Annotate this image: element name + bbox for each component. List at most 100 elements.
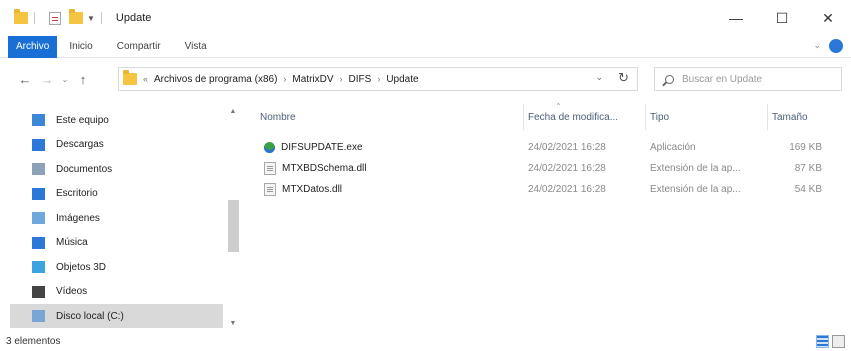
file-date: 24/02/2021 16:28 xyxy=(528,183,606,195)
refresh-button[interactable]: ↻ xyxy=(618,70,629,86)
separator xyxy=(100,12,102,24)
back-button[interactable]: ← xyxy=(14,72,36,87)
tab-archivo[interactable]: Archivo xyxy=(8,35,58,58)
file-type: Extensión de la ap... xyxy=(650,162,741,174)
sidebar-item-label: Escritorio xyxy=(56,188,98,199)
column-header-name[interactable]: Nombre xyxy=(250,104,524,130)
quick-access-toolbar: ▼ xyxy=(14,0,108,36)
file-list: ⌃ Nombre Fecha de modifica... Tipo Tamañ… xyxy=(250,102,850,332)
file-name: DIFSUPDATE.exe xyxy=(281,141,363,153)
tab-compartir[interactable]: Compartir xyxy=(105,36,173,58)
customize-quick-access-icon[interactable]: ▼ xyxy=(87,14,95,23)
sidebar-item-documentos[interactable]: Documentos xyxy=(10,157,223,181)
ribbon-tabs: Archivo Inicio Compartir Vista ⌄ xyxy=(0,35,851,58)
table-row[interactable]: DIFSUPDATE.exe 24/02/2021 16:28 Aplicación… xyxy=(250,136,850,158)
sidebar-item-música[interactable]: Música xyxy=(10,231,223,255)
address-row: ← → ⌄ ↑ « Archivos de programa (x86) › M… xyxy=(0,62,851,96)
sidebar-item-label: Objetos 3D xyxy=(56,261,107,273)
close-button[interactable]: ✕ xyxy=(805,0,851,36)
sidebar-item-label: Música xyxy=(56,237,88,248)
file-name-cell[interactable]: DIFSUPDATE.exe xyxy=(264,136,522,158)
separator xyxy=(34,12,35,24)
column-header-date[interactable]: Fecha de modifica... xyxy=(524,104,646,130)
folder-icon xyxy=(123,70,137,85)
file-date: 24/02/2021 16:28 xyxy=(528,141,606,153)
sidebar-item-descargas[interactable]: Descargas xyxy=(10,133,223,157)
file-name: MTXDatos.dll xyxy=(282,183,343,195)
computer-icon xyxy=(32,114,45,126)
breadcrumb-separator-icon[interactable]: › xyxy=(283,74,286,84)
dll-file-icon xyxy=(264,182,276,196)
item-count: 3 elementos xyxy=(6,336,61,347)
column-header-size[interactable]: Tamaño xyxy=(768,104,850,130)
status-bar: 3 elementos xyxy=(0,332,851,351)
breadcrumb-matrixdv[interactable]: MatrixDV xyxy=(292,74,333,85)
up-button[interactable]: ↑ xyxy=(72,72,94,87)
sidebar-item-vídeos[interactable]: Vídeos xyxy=(10,280,223,304)
sidebar-item-escritorio[interactable]: Escritorio xyxy=(10,182,223,206)
breadcrumb-separator-icon[interactable]: › xyxy=(340,74,343,84)
minimize-button[interactable]: — xyxy=(713,0,759,36)
search-input[interactable]: Buscar en Update xyxy=(682,74,762,85)
sidebar-item-label: Documentos xyxy=(56,163,113,175)
large-icons-view-icon[interactable] xyxy=(832,335,845,348)
sidebar-item-objetos-3d[interactable]: Objetos 3D xyxy=(10,255,223,279)
sidebar-item-label: Disco local (C:) xyxy=(56,310,124,322)
table-row[interactable]: MTXBDSchema.dll 24/02/2021 16:28 Extensión… xyxy=(250,157,850,179)
sidebar-item-label: Vídeos xyxy=(56,286,88,297)
tab-inicio[interactable]: Inicio xyxy=(57,36,104,58)
breadcrumb-archivos-de-programa[interactable]: Archivos de programa (x86) xyxy=(154,74,277,85)
recent-locations-icon[interactable]: ⌄ xyxy=(58,75,72,84)
address-dropdown-icon[interactable]: ⌄ xyxy=(595,72,603,83)
title-bar: ▼ Update — ☐ ✕ xyxy=(0,0,851,36)
properties-icon[interactable] xyxy=(49,11,61,25)
forward-button[interactable]: → xyxy=(36,72,58,87)
objects-3d-icon xyxy=(32,261,45,273)
scroll-thumb[interactable] xyxy=(228,200,239,252)
help-icon[interactable] xyxy=(829,39,843,53)
documents-icon xyxy=(32,163,45,175)
file-type: Extensión de la ap... xyxy=(650,183,741,195)
maximize-button[interactable]: ☐ xyxy=(759,0,805,36)
expand-ribbon-icon[interactable]: ⌄ xyxy=(813,40,821,51)
folder-icon xyxy=(14,9,28,24)
sidebar-item-label: Imágenes xyxy=(56,212,100,224)
sidebar-item-disco-local-c[interactable]: Disco local (C:) xyxy=(10,304,223,328)
file-name-cell[interactable]: MTXBDSchema.dll xyxy=(264,157,522,179)
sidebar-item-label: Este equipo xyxy=(56,114,109,126)
tab-vista[interactable]: Vista xyxy=(173,36,219,58)
application-icon xyxy=(264,141,275,153)
pictures-icon xyxy=(32,212,45,224)
search-icon xyxy=(665,74,674,84)
overflow-icon[interactable]: « xyxy=(143,74,148,84)
dll-file-icon xyxy=(264,161,276,175)
breadcrumb-difs[interactable]: DIFS xyxy=(349,74,372,85)
search-box[interactable]: Buscar en Update xyxy=(654,67,842,91)
table-row[interactable]: MTXDatos.dll 24/02/2021 16:28 Extensión de… xyxy=(250,178,850,200)
file-type: Aplicación xyxy=(650,141,696,153)
navigation-pane: Este equipo Descargas Documentos Escritorio… xyxy=(0,108,243,332)
address-bar[interactable]: « Archivos de programa (x86) › MatrixDV … xyxy=(118,67,638,91)
file-size: 87 KB xyxy=(794,162,822,174)
breadcrumb-separator-icon[interactable]: › xyxy=(377,74,380,84)
column-header-type[interactable]: Tipo xyxy=(646,104,768,130)
file-name: MTXBDSchema.dll xyxy=(282,162,367,174)
new-folder-icon[interactable] xyxy=(69,9,83,24)
download-icon xyxy=(32,138,45,151)
sidebar-item-este-equipo[interactable]: Este equipo xyxy=(10,108,223,132)
file-date: 24/02/2021 16:28 xyxy=(528,162,606,174)
window-controls: — ☐ ✕ xyxy=(713,0,851,36)
sidebar-item-label: Descargas xyxy=(56,139,104,150)
view-switcher xyxy=(813,335,845,348)
navigation-scrollbar[interactable]: ▲ ▼ xyxy=(226,108,240,332)
disk-icon xyxy=(32,310,45,322)
videos-icon xyxy=(32,285,45,298)
details-view-icon[interactable] xyxy=(816,335,829,348)
window-title: Update xyxy=(115,12,152,24)
file-name-cell[interactable]: MTXDatos.dll xyxy=(264,178,522,200)
file-size: 169 KB xyxy=(789,141,822,153)
scroll-up-icon[interactable]: ▲ xyxy=(226,108,240,120)
breadcrumb-update[interactable]: Update xyxy=(386,74,418,85)
scroll-down-icon[interactable]: ▼ xyxy=(226,320,240,332)
sidebar-item-imágenes[interactable]: Imágenes xyxy=(10,206,223,230)
